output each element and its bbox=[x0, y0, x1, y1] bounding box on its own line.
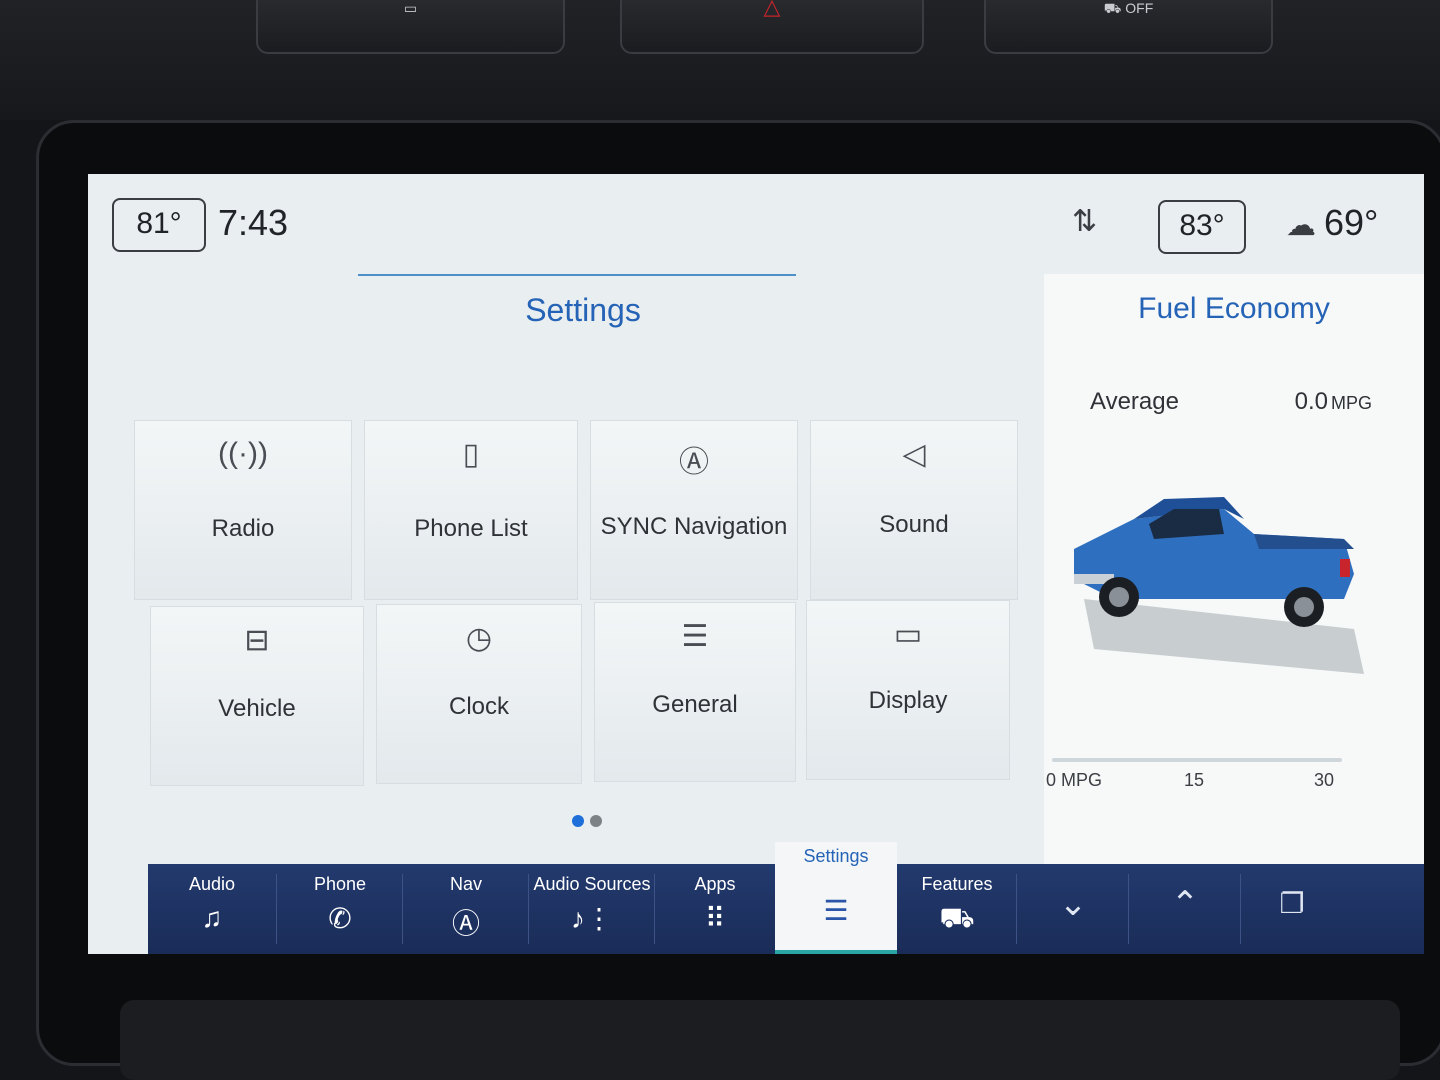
nav-divider bbox=[1016, 874, 1017, 944]
navigation-icon: Ⓐ bbox=[451, 908, 480, 939]
sliders-icon: ☰ bbox=[681, 620, 709, 653]
scale-label-max: 30 bbox=[1314, 770, 1335, 790]
page-title: Settings bbox=[525, 292, 641, 328]
nav-audio[interactable]: Audio ♫ bbox=[148, 864, 276, 954]
nav-settings[interactable]: Settings ☰ bbox=[775, 842, 897, 954]
average-label: Average bbox=[1090, 388, 1179, 415]
tile-label: Clock bbox=[448, 693, 509, 720]
average-number: 0.0 bbox=[1294, 388, 1328, 415]
status-bar: 81° 7:43 ⇅ 83° ☁ 69° bbox=[88, 174, 1424, 274]
nav-audio-sources[interactable]: Audio Sources ♪⋮ bbox=[530, 864, 654, 954]
page-indicator bbox=[572, 814, 608, 832]
sync-screen: 81° 7:43 ⇅ 83° ☁ 69° Settings ((·)) Radio… bbox=[88, 174, 1424, 954]
tile-radio[interactable]: ((·)) Radio bbox=[134, 420, 352, 600]
tile-sound[interactable]: ◁ Sound bbox=[810, 420, 1018, 600]
tile-label: Radio bbox=[211, 515, 275, 542]
chevron-up-icon[interactable]: ⌃ bbox=[1130, 864, 1240, 954]
scale-label-min: 0 MPG bbox=[1046, 770, 1103, 790]
bottom-nav: Audio ♫ Phone ✆ Nav Ⓐ Audio Sources ♪⋮ A… bbox=[148, 842, 1424, 954]
tile-display[interactable]: ▭ Display bbox=[806, 600, 1010, 780]
tile-vehicle[interactable]: ⊟ Vehicle bbox=[150, 606, 364, 786]
nav-phone[interactable]: Phone ✆ bbox=[278, 864, 402, 954]
dashboard-top: ▭ △ ⛟ OFF bbox=[0, 0, 1440, 120]
clock-time: 7:43 bbox=[218, 202, 289, 243]
phone-list-icon: ▯ bbox=[462, 438, 480, 471]
traction-control-off-icon: ⛟ OFF bbox=[1103, 0, 1154, 16]
sort-arrows-icon[interactable]: ⇅ bbox=[1072, 204, 1097, 239]
nav-features[interactable]: Features ⛟ bbox=[898, 864, 1016, 954]
split-screen-icon[interactable]: ❐ bbox=[1242, 864, 1342, 954]
hardware-button-left[interactable]: ▭ bbox=[256, 0, 565, 54]
tile-general[interactable]: ☰ General bbox=[594, 602, 796, 782]
nav-label: Nav bbox=[449, 874, 482, 894]
nav-divider bbox=[528, 874, 529, 944]
nav-label: Audio bbox=[188, 874, 236, 894]
navigation-arrow-icon: Ⓐ bbox=[679, 446, 709, 479]
phone-icon: ✆ bbox=[328, 903, 352, 934]
nav-label: Phone bbox=[313, 874, 367, 894]
tile-label: Sound bbox=[879, 511, 949, 538]
hazard-icon: △ bbox=[763, 0, 781, 19]
scale-label-mid: 15 bbox=[1184, 770, 1205, 790]
tile-clock[interactable]: ◷ Clock bbox=[376, 604, 582, 784]
chevron-down-icon[interactable]: ⌄ bbox=[1018, 864, 1128, 954]
radio-antenna-icon: ((·)) bbox=[218, 437, 268, 470]
average-value: 0.0 MPG bbox=[1295, 388, 1372, 416]
fuel-economy-title: Fuel Economy bbox=[1138, 292, 1330, 325]
apps-grid-icon: ⠿ bbox=[704, 903, 726, 934]
tile-label: General bbox=[652, 691, 738, 718]
fuel-scale-bar bbox=[1052, 758, 1342, 762]
page-dot[interactable] bbox=[590, 815, 602, 827]
bezel-bottom bbox=[120, 1000, 1400, 1080]
speaker-icon: ◁ bbox=[902, 438, 926, 471]
outside-temp-value: 69° bbox=[1324, 202, 1379, 243]
driver-temp-button[interactable]: 81° bbox=[112, 198, 206, 252]
traction-off-button[interactable]: ⛟ OFF bbox=[984, 0, 1273, 54]
tile-label: SYNC Navigation bbox=[600, 513, 788, 540]
truck-illustration bbox=[1074, 497, 1364, 674]
tile-sync-navigation[interactable]: Ⓐ SYNC Navigation bbox=[590, 420, 798, 600]
nav-divider bbox=[1128, 874, 1129, 944]
nav-label: Features bbox=[921, 874, 993, 894]
passenger-temp-button[interactable]: 83° bbox=[1158, 200, 1246, 254]
truck-icon: ⛟ bbox=[939, 902, 975, 933]
vehicle-settings-icon: ⊟ bbox=[244, 624, 270, 657]
music-note-icon: ♫ bbox=[201, 902, 223, 933]
tile-label: Phone List bbox=[414, 515, 528, 542]
nav-nav[interactable]: Nav Ⓐ bbox=[404, 864, 528, 954]
settings-sliders-icon: ☰ bbox=[823, 895, 849, 926]
cloud-thermometer-icon: ☁ bbox=[1286, 209, 1316, 242]
hardware-button-icon: ▭ bbox=[403, 0, 418, 16]
nav-label: Settings bbox=[803, 846, 869, 866]
nav-apps[interactable]: Apps ⠿ bbox=[656, 864, 774, 954]
nav-label: Audio Sources bbox=[533, 874, 651, 894]
tile-label: Vehicle bbox=[218, 695, 296, 722]
nav-label: Apps bbox=[694, 874, 736, 894]
nav-divider bbox=[402, 874, 403, 944]
tile-phone-list[interactable]: ▯ Phone List bbox=[364, 420, 578, 600]
average-unit: MPG bbox=[1330, 393, 1372, 413]
tile-label: Display bbox=[868, 687, 948, 714]
hazard-button[interactable]: △ bbox=[620, 0, 924, 54]
clock-icon: ◷ bbox=[465, 622, 493, 655]
audio-sources-icon: ♪⋮ bbox=[571, 903, 613, 934]
active-indicator bbox=[775, 950, 897, 954]
nav-divider bbox=[276, 874, 277, 944]
nav-divider bbox=[654, 874, 655, 944]
nav-divider bbox=[1240, 874, 1241, 944]
display-icon: ▭ bbox=[893, 618, 923, 651]
page-dot-active[interactable] bbox=[572, 815, 584, 827]
settings-underline bbox=[358, 274, 796, 276]
outside-temperature: ☁ 69° bbox=[1286, 202, 1378, 244]
fuel-economy-panel: Fuel Economy Average 0.0 MPG 0 MPG 15 30 bbox=[1044, 274, 1424, 864]
